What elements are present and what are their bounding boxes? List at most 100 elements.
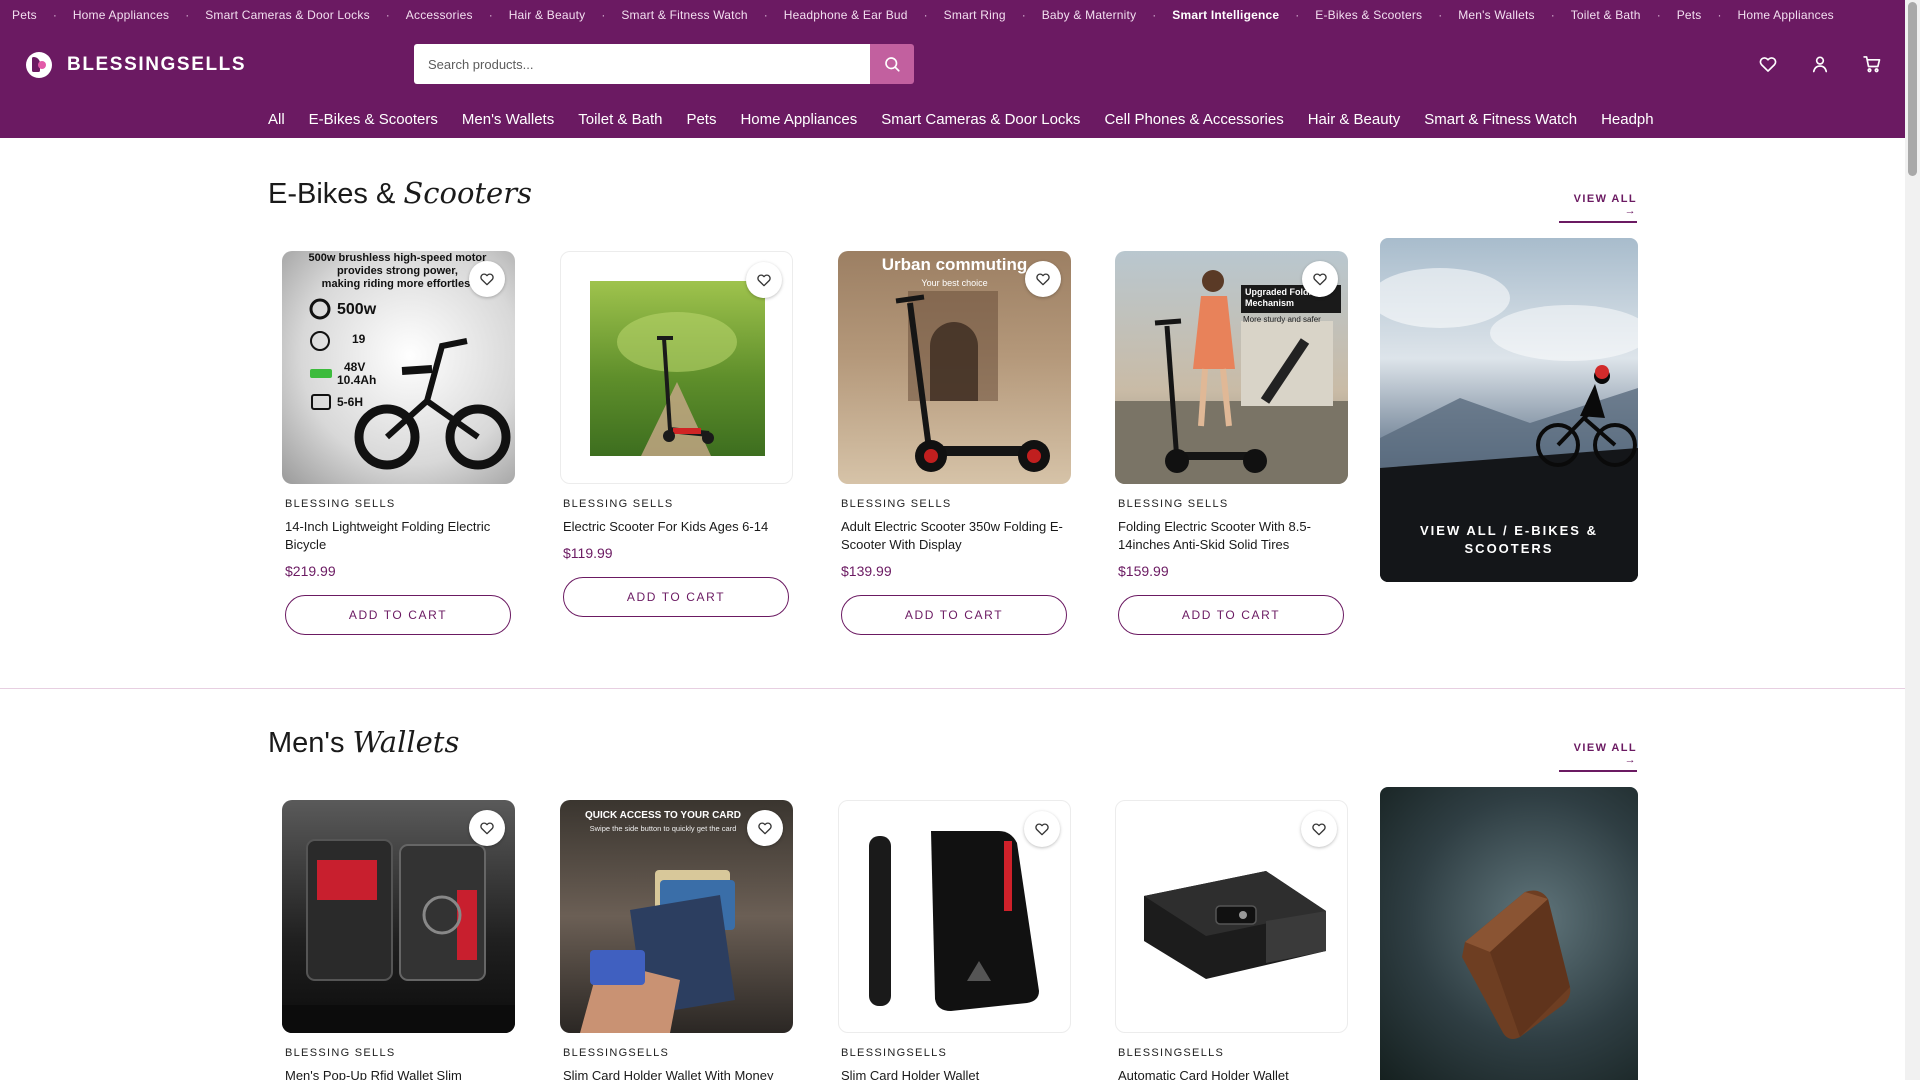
svg-text:5-6H: 5-6H [337, 395, 363, 409]
marquee-item[interactable]: Baby & Maternity [1042, 8, 1137, 22]
wishlist-toggle[interactable] [747, 810, 783, 846]
product-name[interactable]: Slim Card Holder Wallet [841, 1067, 1069, 1080]
heart-icon [1036, 273, 1050, 286]
add-to-cart-button[interactable]: ADD TO CART [563, 577, 789, 617]
marquee-item[interactable]: Pets [1677, 8, 1702, 22]
page-scrollbar[interactable] [1905, 0, 1920, 1080]
marquee-item[interactable]: Accessories [406, 8, 473, 22]
product-brand: BLESSING SELLS [563, 498, 674, 510]
wishlist-button[interactable] [1756, 52, 1780, 76]
add-to-cart-button[interactable]: ADD TO CART [841, 595, 1067, 635]
product-name[interactable]: Adult Electric Scooter 350w Folding E-Sc… [841, 518, 1069, 554]
marquee-separator: · [1717, 8, 1722, 22]
product-image[interactable]: QUICK ACCESS TO YOUR CARD Swipe the side… [560, 800, 793, 1033]
category-nav-item[interactable]: All [268, 111, 285, 128]
heart-icon [1035, 823, 1049, 836]
product-image[interactable] [560, 251, 793, 484]
marquee-item[interactable]: Smart Ring [944, 8, 1006, 22]
category-nav-item[interactable]: Smart & Fitness Watch [1424, 111, 1577, 128]
product-image[interactable] [282, 800, 515, 1033]
marquee-item[interactable]: Home Appliances [73, 8, 169, 22]
category-nav-item[interactable]: Hair & Beauty [1308, 111, 1401, 128]
promo-label[interactable]: VIEW ALL / E-BIKES & SCOOTERS [1400, 522, 1618, 558]
wishlist-toggle[interactable] [469, 810, 505, 846]
view-all-wallets-link[interactable]: VIEW ALL → [1559, 742, 1637, 772]
scrollbar-thumb[interactable] [1908, 2, 1917, 176]
leather-wallet-illustration [1462, 890, 1571, 1039]
heart-icon [1759, 57, 1777, 72]
site-logo[interactable]: BLESSINGSELLS [26, 50, 246, 80]
marquee-separator: · [1021, 8, 1026, 22]
category-nav-item[interactable]: Cell Phones & Accessories [1104, 111, 1283, 128]
product-name[interactable]: Electric Scooter For Kids Ages 6-14 [563, 518, 791, 536]
product-brand: BLESSING SELLS [1118, 498, 1229, 510]
svg-text:10.4Ah: 10.4Ah [337, 373, 376, 387]
wallet2-title: QUICK ACCESS TO YOUR CARD [585, 810, 741, 821]
category-nav-item[interactable]: Pets [686, 111, 716, 128]
header-actions [1756, 52, 1912, 76]
category-nav-item[interactable]: E-Bikes & Scooters [309, 111, 438, 128]
marquee-track: Pets · Home Appliances · Smart Cameras & Doo… [12, 0, 1834, 30]
category-nav-item[interactable]: Men's Wallets [462, 111, 554, 128]
cart-button[interactable] [1860, 52, 1884, 76]
promo-tile-ebikes[interactable]: VIEW ALL / E-BIKES & SCOOTERS [1380, 238, 1638, 582]
product-price: $119.99 [563, 545, 613, 561]
product-image[interactable]: Urban commuting Your best choice [838, 251, 1071, 484]
marquee-item[interactable]: Smart & Fitness Watch [621, 8, 747, 22]
product-name[interactable]: Automatic Card Holder Wallet [1118, 1067, 1346, 1080]
wishlist-toggle[interactable] [1301, 811, 1337, 847]
product-price: $219.99 [285, 563, 336, 579]
product-image[interactable] [838, 800, 1071, 1033]
search-button[interactable] [870, 44, 914, 84]
marquee-separator: · [385, 8, 390, 22]
marquee-item[interactable]: Headphone & Ear Bud [784, 8, 908, 22]
svg-text:19: 19 [352, 332, 366, 346]
marquee-separator: · [488, 8, 493, 22]
top-category-marquee: Pets · Home Appliances · Smart Cameras & Doo… [0, 0, 1905, 30]
category-nav-item[interactable]: Home Appliances [740, 111, 857, 128]
wallet2-subtitle: Swipe the side button to quickly get the… [589, 824, 737, 833]
marquee-item[interactable]: Pets [12, 8, 37, 22]
marquee-item[interactable]: Home Appliances [1738, 8, 1834, 22]
logo-icon [26, 52, 52, 78]
user-icon [1812, 56, 1828, 73]
product-image[interactable]: 500w brushless high-speed motor provides… [282, 251, 515, 484]
add-to-cart-button[interactable]: ADD TO CART [1118, 595, 1344, 635]
product-name[interactable]: Men's Pop-Up Rfid Wallet Slim [285, 1067, 513, 1080]
wishlist-toggle[interactable] [1025, 261, 1061, 297]
marquee-separator: · [1656, 8, 1661, 22]
section-divider [0, 688, 1905, 689]
category-nav: All E-Bikes & Scooters Men's Wallets Toilet… [268, 106, 1654, 132]
svg-text:48V: 48V [344, 360, 365, 374]
add-to-cart-button[interactable]: ADD TO CART [285, 595, 511, 635]
category-nav-item[interactable]: Headphone & Ear Bud [1601, 111, 1654, 128]
wishlist-toggle[interactable] [1302, 261, 1338, 297]
section-title-wallets: Men's Wallets [268, 725, 459, 760]
marquee-item[interactable]: Toilet & Bath [1571, 8, 1641, 22]
account-button[interactable] [1808, 52, 1832, 76]
promo-tile-wallets[interactable] [1380, 787, 1638, 1080]
product-image[interactable] [1115, 800, 1348, 1033]
wishlist-toggle[interactable] [1024, 811, 1060, 847]
cart-icon [1863, 56, 1881, 73]
category-nav-item[interactable]: Smart Cameras & Door Locks [881, 111, 1080, 128]
marquee-item[interactable]: Hair & Beauty [509, 8, 586, 22]
product-name[interactable]: Folding Electric Scooter With 8.5-14inch… [1118, 518, 1346, 554]
marquee-item[interactable]: Smart Cameras & Door Locks [205, 8, 370, 22]
section-title-plain: Men's [268, 727, 353, 759]
product-image[interactable]: Upgraded Folding Mechanism More sturdy a… [1115, 251, 1348, 484]
product-name[interactable]: Slim Card Holder Wallet With Money [563, 1067, 791, 1080]
product-name[interactable]: 14-Inch Lightweight Folding Electric Bic… [285, 518, 513, 554]
marquee-separator: · [1295, 8, 1300, 22]
category-nav-item[interactable]: Toilet & Bath [578, 111, 662, 128]
marquee-separator: · [52, 8, 57, 22]
wishlist-toggle[interactable] [746, 262, 782, 298]
wishlist-toggle[interactable] [469, 261, 505, 297]
marquee-item[interactable]: E-Bikes & Scooters [1315, 8, 1422, 22]
search-input[interactable] [414, 44, 870, 84]
site-header: BLESSINGSELLS All E-Bikes & Scooters Men's… [0, 30, 1905, 138]
marquee-item[interactable]: Smart Intelligence [1172, 8, 1279, 22]
marquee-item[interactable]: Men's Wallets [1458, 8, 1534, 22]
product-brand: BLESSINGSELLS [841, 1047, 948, 1059]
view-all-ebikes-link[interactable]: VIEW ALL → [1559, 193, 1637, 223]
